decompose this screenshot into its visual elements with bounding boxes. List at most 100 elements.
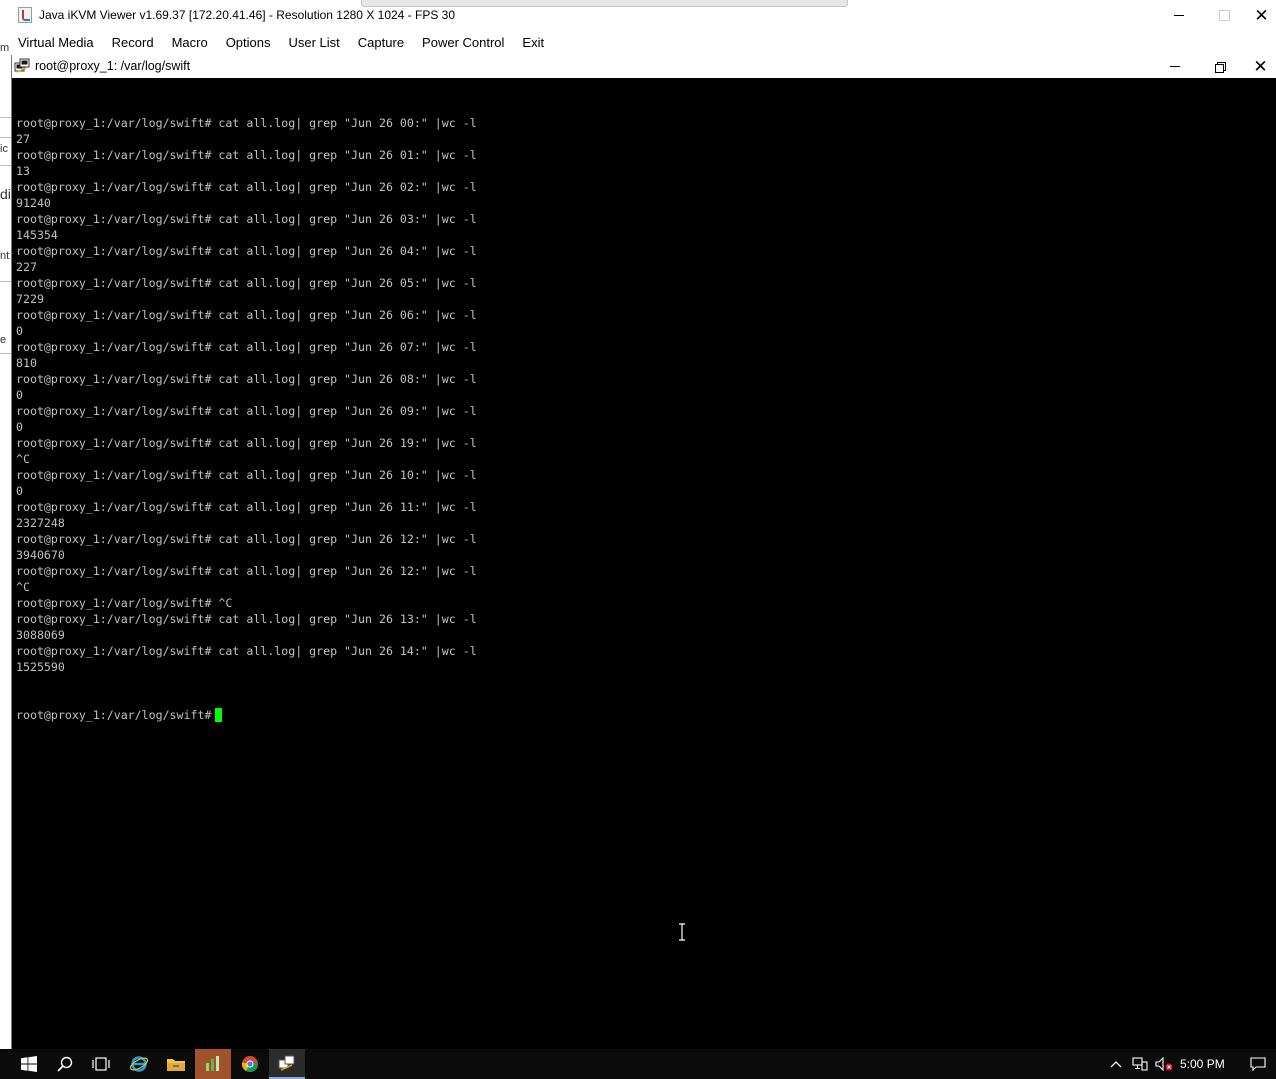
terminal-line: ^C [16,580,30,594]
chrome-icon [241,1056,259,1073]
volume-button[interactable] [1152,1049,1176,1079]
network-icon [1132,1057,1148,1071]
terminal-line: 13 [16,164,30,178]
background-fragment: nt [0,250,10,262]
terminal-line: root@proxy_1:/var/log/swift# cat all.log… [16,644,477,658]
taskbar-server-manager[interactable] [195,1049,231,1079]
terminal-line: root@proxy_1:/var/log/swift# cat all.log… [16,180,477,194]
terminal-line: 0 [16,324,23,338]
show-hidden-icons-button[interactable] [1104,1049,1128,1079]
menu-virtual-media[interactable]: Virtual Media [11,33,101,53]
background-fragment: e [0,334,7,346]
divider [0,281,11,282]
terminal-title-bar[interactable]: root@proxy_1: /var/log/swift ✕ [12,55,1276,78]
show-hidden-icons-icon [1110,1061,1122,1068]
terminal-minimize-button[interactable] [1153,55,1197,78]
terminal-prompt-line[interactable]: root@proxy_1:/var/log/swift# [16,707,1271,723]
terminal-line: 0 [16,388,23,402]
terminal-line: 0 [16,484,23,498]
background-fragment: m [0,42,10,54]
network-button[interactable] [1128,1049,1152,1079]
terminal-line: ^C [16,452,30,466]
terminal-restore-button[interactable] [1198,55,1242,78]
terminal-line: root@proxy_1:/var/log/swift# cat all.log… [16,532,477,546]
terminal-line: root@proxy_1:/var/log/swift# cat all.log… [16,148,477,162]
menu-capture[interactable]: Capture [351,33,411,53]
divider [0,137,11,138]
terminal-line: 145354 [16,228,58,242]
taskbar: 5:00 PM [0,1049,1276,1079]
putty-icon [14,58,30,73]
terminal-line: 3088069 [16,628,65,642]
terminal-line: root@proxy_1:/var/log/swift# cat all.log… [16,500,477,514]
terminal-line: 227 [16,260,37,274]
search-button[interactable] [47,1049,83,1079]
terminal-window[interactable]: root@proxy_1: /var/log/swift ✕ root@prox… [11,55,1276,1049]
window-title-bar[interactable]: Java iKVM Viewer v1.69.37 [172.20.41.46]… [0,0,1276,32]
terminal-line: 7229 [16,292,44,306]
background-fragment: ic [0,143,8,155]
restore-icon [1215,61,1226,73]
taskbar-chrome[interactable] [232,1049,268,1079]
menu-power-control[interactable]: Power Control [415,33,511,53]
minimize-icon [1174,15,1184,16]
internet-explorer-icon [129,1056,149,1072]
menu-exit[interactable]: Exit [515,33,551,53]
search-icon [57,1056,73,1072]
terminal-line: root@proxy_1:/var/log/swift# cat all.log… [16,308,477,322]
volume-muted-icon [1155,1057,1173,1071]
taskbar-clock[interactable]: 5:00 PM [1180,1057,1225,1071]
menu-bar: Virtual Media Record Macro Options User … [0,31,1276,55]
maximize-button[interactable] [1201,0,1247,31]
file-explorer-icon [167,1059,185,1071]
taskbar-java-kvm[interactable] [269,1049,305,1079]
menu-record[interactable]: Record [105,33,161,53]
terminal-line: root@proxy_1:/var/log/swift# cat all.log… [16,372,477,386]
terminal-line: 91240 [16,196,51,210]
terminal-line: root@proxy_1:/var/log/swift# cat all.log… [16,276,477,290]
terminal-line: root@proxy_1:/var/log/swift# cat all.log… [16,212,477,226]
terminal-line: root@proxy_1:/var/log/swift# cat all.log… [16,404,477,418]
minimize-button[interactable] [1156,0,1202,31]
java-app-icon [18,7,32,23]
terminal-output[interactable]: root@proxy_1:/var/log/swift# cat all.log… [16,83,1271,1043]
divider [0,353,11,354]
terminal-line: 0 [16,420,23,434]
server-manager-icon [206,1056,219,1071]
menu-macro[interactable]: Macro [165,33,215,53]
windows-start-icon [21,1056,37,1072]
window-title: Java iKVM Viewer v1.69.37 [172.20.41.46]… [39,8,456,22]
taskbar-file-explorer[interactable] [158,1049,194,1079]
terminal-line: 2327248 [16,516,65,530]
terminal-line: root@proxy_1:/var/log/swift# cat all.log… [16,340,477,354]
terminal-prompt: root@proxy_1:/var/log/swift# [16,708,212,722]
terminal-line: 1525590 [16,660,65,674]
start-button[interactable] [11,1049,47,1079]
terminal-title: root@proxy_1: /var/log/swift [35,59,191,73]
terminal-line: root@proxy_1:/var/log/swift# cat all.log… [16,468,477,482]
task-view-button[interactable] [83,1049,119,1079]
menu-user-list[interactable]: User List [282,33,347,53]
action-center-icon [1250,1057,1266,1071]
close-button[interactable]: ✕ [1247,0,1276,31]
terminal-line: 27 [16,132,30,146]
terminal-line: root@proxy_1:/var/log/swift# cat all.log… [16,436,477,450]
divider [0,117,11,118]
terminal-line: 810 [16,356,37,370]
close-icon: ✕ [1253,57,1268,76]
action-center-button[interactable] [1240,1049,1276,1079]
java-kvm-icon [278,1055,295,1071]
horizontal-scroll-handle[interactable] [361,0,848,7]
terminal-line: 3940670 [16,548,65,562]
terminal-line: root@proxy_1:/var/log/swift# cat all.log… [16,564,477,578]
close-icon: ✕ [1254,6,1269,25]
terminal-line: root@proxy_1:/var/log/swift# cat all.log… [16,244,477,258]
background-window-edge: m ic di nt e [0,42,11,1049]
menu-options[interactable]: Options [219,33,278,53]
taskbar-internet-explorer[interactable] [121,1049,157,1079]
divider [0,165,11,166]
terminal-close-button[interactable]: ✕ [1244,55,1276,78]
text-cursor-icon [679,923,685,941]
maximize-icon [1218,10,1230,21]
terminal-line: root@proxy_1:/var/log/swift# ^C [16,596,233,610]
